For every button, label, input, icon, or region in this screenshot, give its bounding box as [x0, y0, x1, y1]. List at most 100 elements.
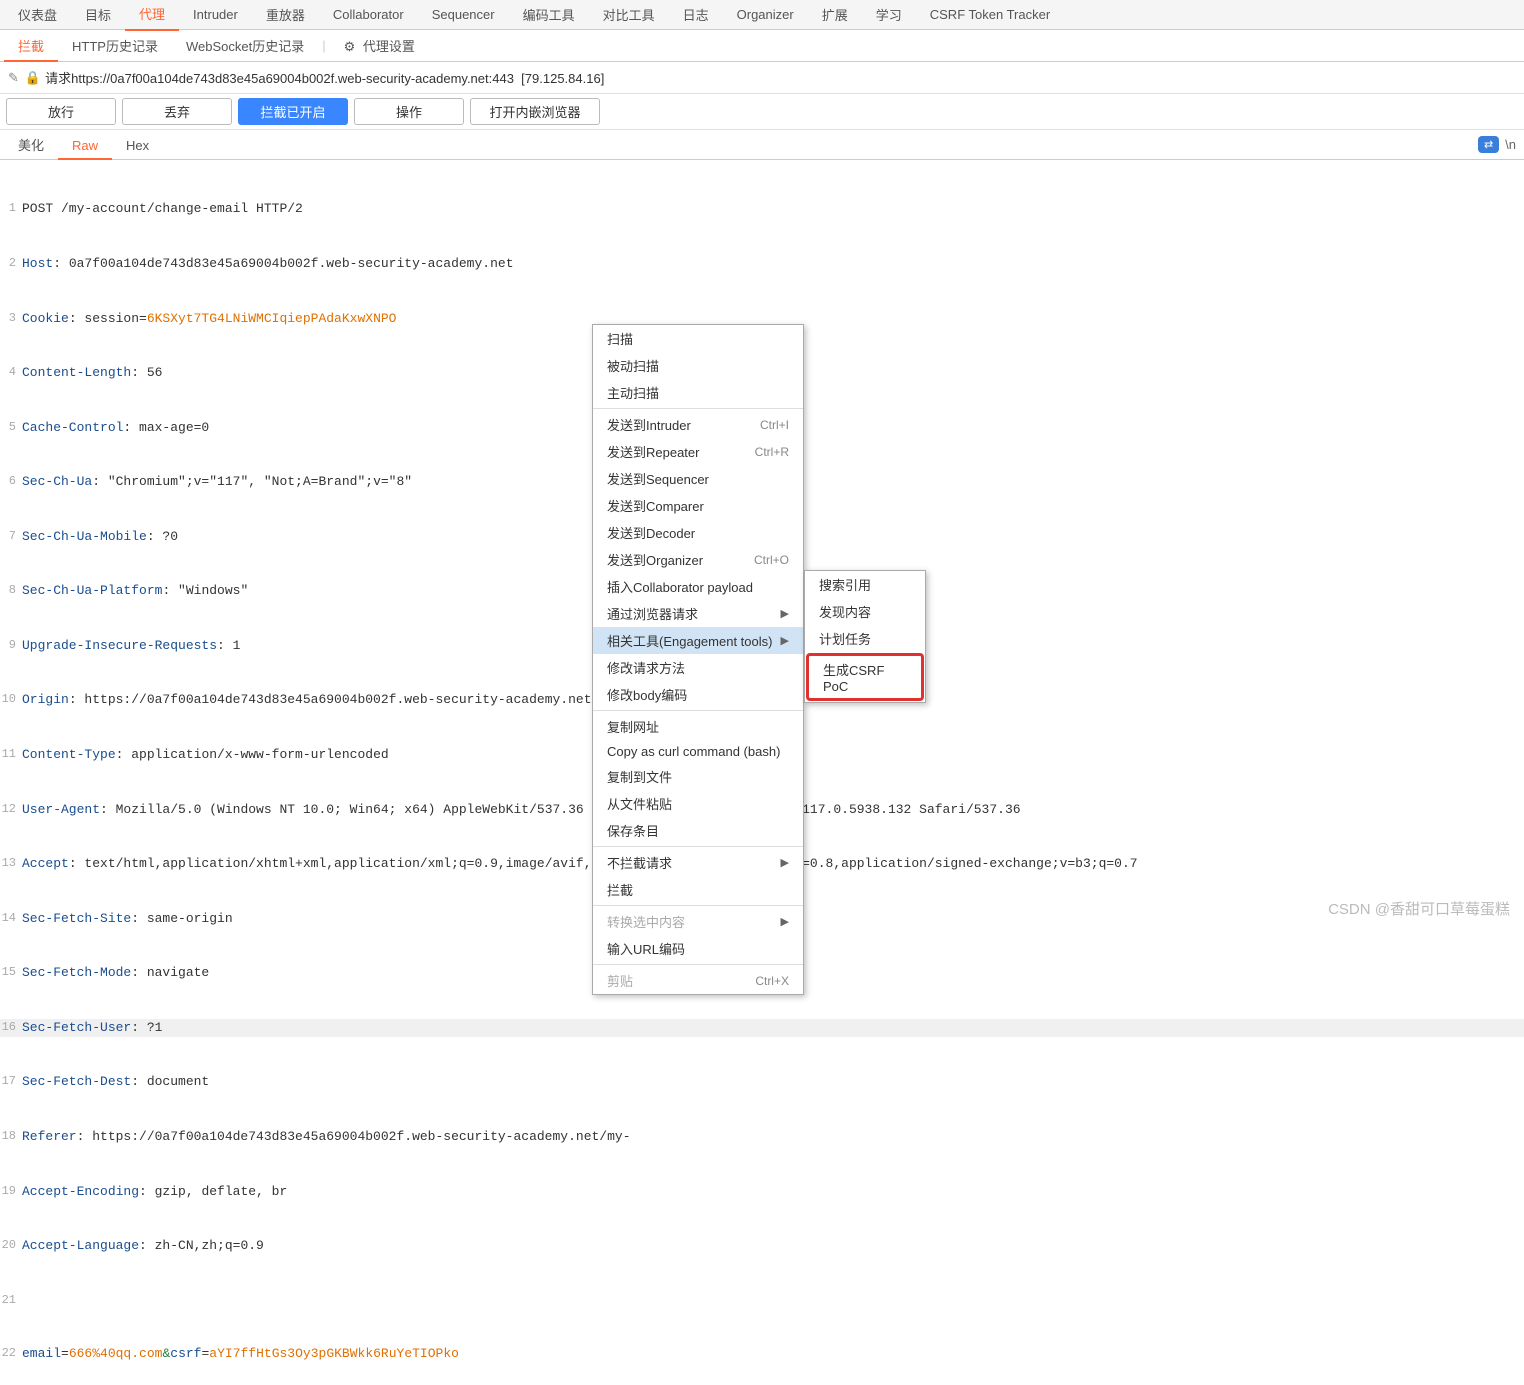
intercept-toggle-button[interactable]: 拦截已开启	[238, 98, 348, 125]
menu-item[interactable]: 复制网址	[593, 713, 803, 740]
menu-separator	[593, 846, 803, 847]
menu-item-label: 输入URL编码	[607, 939, 685, 958]
menu-item-label: 修改请求方法	[607, 658, 685, 677]
toggle-icon[interactable]: ⇄	[1478, 136, 1499, 153]
submenu-item-3[interactable]: 生成CSRF PoC	[806, 653, 924, 701]
menu-item-label: 复制网址	[607, 717, 659, 736]
context-menu[interactable]: 扫描被动扫描主动扫描发送到IntruderCtrl+I 发送到Repeater Ct…	[592, 324, 804, 995]
view-tab-hex[interactable]: Hex	[112, 133, 163, 158]
forward-button[interactable]: 放行	[6, 98, 116, 125]
menu-separator	[593, 710, 803, 711]
top-tab-对比工具[interactable]: 对比工具	[589, 0, 669, 30]
submenu-item-2[interactable]: 计划任务	[805, 625, 925, 652]
menu-item-label: 从文件粘贴	[607, 794, 672, 813]
menu-item[interactable]: 插入Collaborator payload	[593, 573, 803, 600]
engagement-tools-submenu[interactable]: 搜索引用发现内容计划任务生成CSRF PoC	[804, 570, 926, 703]
submenu-item-0[interactable]: 搜索引用	[805, 571, 925, 598]
menu-separator	[593, 408, 803, 409]
top-tab-扩展[interactable]: 扩展	[808, 0, 862, 30]
menu-item-label: 被动扫描	[607, 356, 659, 375]
menu-item-label: 相关工具(Engagement tools)	[607, 631, 772, 650]
sub-tab-1[interactable]: HTTP历史记录	[58, 33, 172, 60]
top-tab-bar: 仪表盘目标代理Intruder重放器CollaboratorSequencer编…	[0, 0, 1524, 30]
menu-item[interactable]: 相关工具(Engagement tools) ▶	[593, 627, 803, 654]
top-tab-csrf token tracker[interactable]: CSRF Token Tracker	[916, 1, 1064, 28]
submenu-item-1[interactable]: 发现内容	[805, 598, 925, 625]
menu-item-label: 保存条目	[607, 821, 659, 840]
top-tab-目标[interactable]: 目标	[71, 0, 125, 30]
menu-item[interactable]: 被动扫描	[593, 352, 803, 379]
request-url-bar: ✎ 🔒 请求https://0a7f00a104de743d83e45a6900…	[0, 62, 1524, 94]
menu-item[interactable]: 通过浏览器请求 ▶	[593, 600, 803, 627]
menu-item-label: 发送到Sequencer	[607, 469, 709, 488]
menu-item-label: 不拦截请求	[607, 853, 672, 872]
menu-item[interactable]: 扫描	[593, 325, 803, 352]
menu-item-label: Copy as curl command (bash)	[607, 744, 780, 759]
top-tab-学习[interactable]: 学习	[862, 0, 916, 30]
view-tab-bar: 美化RawHex ⇄ \n	[0, 130, 1524, 160]
top-tab-sequencer[interactable]: Sequencer	[418, 1, 509, 28]
menu-item[interactable]: 发送到OrganizerCtrl+O	[593, 546, 803, 573]
separator: |	[318, 38, 329, 53]
menu-item-label: 复制到文件	[607, 767, 672, 786]
newline-indicator: \n	[1505, 137, 1516, 152]
proxy-settings-tab[interactable]: ⚙ 代理设置	[330, 30, 429, 61]
menu-item-label: 通过浏览器请求	[607, 604, 698, 623]
menu-item[interactable]: 发送到Repeater Ctrl+R	[593, 438, 803, 465]
top-tab-重放器[interactable]: 重放器	[252, 0, 319, 30]
action-button[interactable]: 操作	[354, 98, 464, 125]
view-tab-raw[interactable]: Raw	[58, 133, 112, 160]
menu-item[interactable]: 修改body编码	[593, 681, 803, 708]
submenu-arrow-icon: ▶	[781, 634, 789, 647]
sub-tab-0[interactable]: 拦截	[4, 33, 58, 62]
request-line: POST /my-account/change-email HTTP/2	[22, 200, 1524, 218]
menu-item-label: 剪贴	[607, 971, 633, 990]
request-url-text: 请求https://0a7f00a104de743d83e45a69004b00…	[45, 68, 604, 87]
shortcut-label: Ctrl+I	[760, 418, 789, 432]
top-tab-代理[interactable]: 代理	[125, 0, 179, 31]
top-tab-organizer[interactable]: Organizer	[723, 1, 808, 28]
menu-item[interactable]: 从文件粘贴	[593, 790, 803, 817]
menu-item[interactable]: 保存条目	[593, 817, 803, 844]
menu-item-label: 主动扫描	[607, 383, 659, 402]
top-tab-collaborator[interactable]: Collaborator	[319, 1, 418, 28]
menu-item[interactable]: 输入URL编码	[593, 935, 803, 962]
submenu-arrow-icon: ▶	[781, 607, 789, 620]
watermark: CSDN @香甜可口草莓蛋糕	[1328, 898, 1510, 919]
menu-item[interactable]: 发送到Comparer	[593, 492, 803, 519]
top-tab-仪表盘[interactable]: 仪表盘	[4, 0, 71, 30]
menu-item[interactable]: 主动扫描	[593, 379, 803, 406]
menu-item-label: 插入Collaborator payload	[607, 577, 753, 596]
menu-item-label: 修改body编码	[607, 685, 687, 704]
top-tab-编码工具[interactable]: 编码工具	[509, 0, 589, 30]
menu-item[interactable]: 复制到文件	[593, 763, 803, 790]
top-tab-intruder[interactable]: Intruder	[179, 1, 252, 28]
menu-item-label: 发送到Decoder	[607, 523, 695, 542]
drop-button[interactable]: 丢弃	[122, 98, 232, 125]
view-tab-美化[interactable]: 美化	[4, 133, 58, 158]
menu-item[interactable]: 发送到Sequencer	[593, 465, 803, 492]
menu-separator	[593, 964, 803, 965]
menu-item: 转换选中内容▶	[593, 908, 803, 935]
pencil-icon[interactable]: ✎	[8, 70, 19, 86]
menu-item[interactable]: 不拦截请求▶	[593, 849, 803, 876]
menu-separator	[593, 905, 803, 906]
menu-item-label: 发送到Comparer	[607, 496, 704, 515]
shortcut-label: Ctrl+R	[755, 445, 789, 459]
menu-item[interactable]: 修改请求方法	[593, 654, 803, 681]
menu-item-label: 发送到Repeater	[607, 442, 699, 461]
top-tab-日志[interactable]: 日志	[669, 0, 723, 30]
menu-item-label: 拦截	[607, 880, 633, 899]
lock-icon: 🔒	[25, 70, 41, 86]
menu-item[interactable]: 发送到Decoder	[593, 519, 803, 546]
menu-item[interactable]: Copy as curl command (bash)	[593, 740, 803, 763]
sub-tab-2[interactable]: WebSocket历史记录	[172, 33, 318, 60]
menu-item-label: 扫描	[607, 329, 633, 348]
menu-item[interactable]: 拦截	[593, 876, 803, 903]
menu-item[interactable]: 发送到IntruderCtrl+I	[593, 411, 803, 438]
action-bar: 放行 丢弃 拦截已开启 操作 打开内嵌浏览器	[0, 94, 1524, 130]
shortcut-label: Ctrl+X	[755, 974, 789, 988]
proxy-settings-label: 代理设置	[363, 39, 415, 54]
open-browser-button[interactable]: 打开内嵌浏览器	[470, 98, 600, 125]
editor-toolbar-right: ⇄ \n	[1478, 136, 1516, 153]
